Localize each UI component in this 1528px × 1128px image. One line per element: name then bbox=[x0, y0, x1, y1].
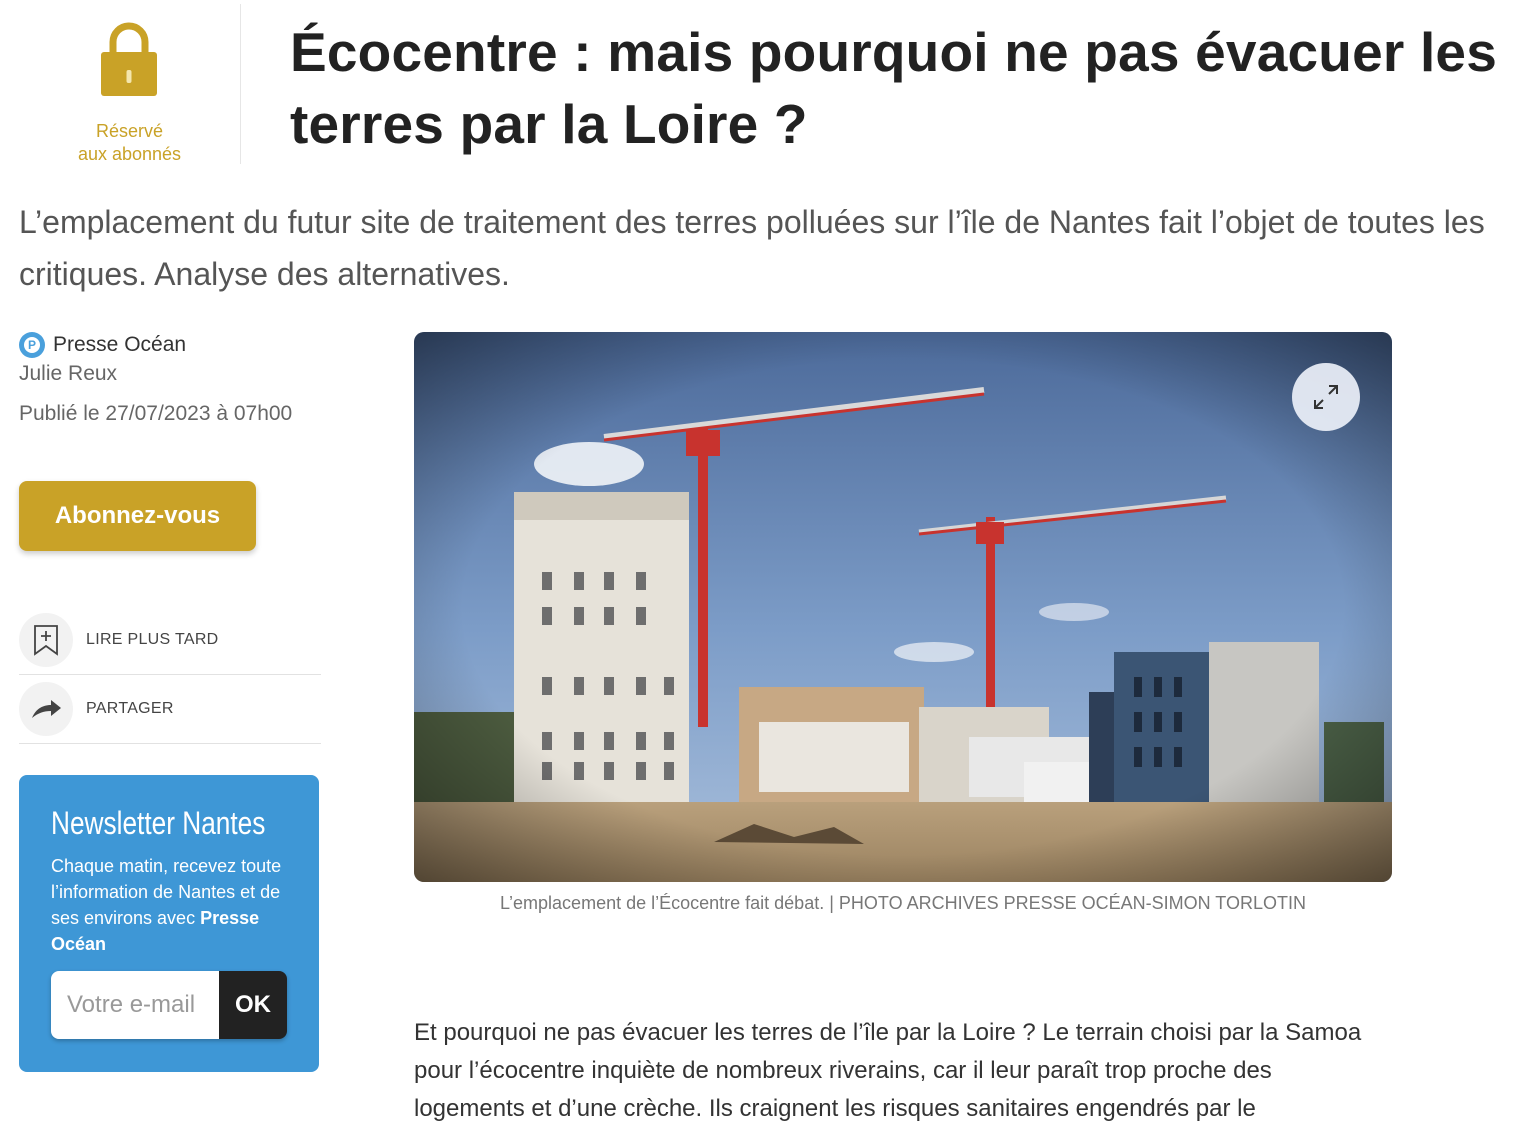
share-button[interactable]: PARTAGER bbox=[19, 675, 321, 744]
subscriber-badge: Réservé aux abonnés bbox=[19, 4, 241, 164]
share-arrow-icon bbox=[19, 682, 73, 736]
newsletter-description: Chaque matin, recevez toute l’informatio… bbox=[51, 853, 291, 957]
publish-date: Publié le 27/07/2023 à 07h00 bbox=[19, 402, 293, 425]
padlock-icon bbox=[101, 22, 157, 96]
newsletter-title: Newsletter Nantes bbox=[51, 805, 266, 841]
share-label: PARTAGER bbox=[86, 700, 174, 717]
newsletter-box: Newsletter Nantes Chaque matin, recevez … bbox=[19, 775, 319, 1072]
read-later-label: LIRE PLUS TARD bbox=[86, 631, 219, 648]
newsletter-submit-button[interactable]: OK bbox=[219, 971, 287, 1039]
article-title: Écocentre : mais pourquoi ne pas évacuer… bbox=[290, 21, 1498, 155]
newsletter-email-input[interactable] bbox=[51, 971, 219, 1039]
expand-photo-button[interactable] bbox=[1292, 363, 1360, 431]
article-body: Et pourquoi ne pas évacuer les terres de… bbox=[414, 1019, 1362, 1122]
newsletter-form: OK bbox=[51, 971, 287, 1039]
article-lede: L’emplacement du futur site de traitemen… bbox=[19, 204, 1485, 292]
logo-letter: P bbox=[24, 337, 40, 353]
article-header: Réservé aux abonnés Écocentre : mais pou… bbox=[0, 0, 1528, 180]
bookmark-plus-icon bbox=[19, 613, 73, 667]
badge-line-1: Réservé bbox=[95, 121, 164, 141]
subscribe-button[interactable]: Abonnez-vous bbox=[19, 481, 256, 551]
presse-ocean-logo-icon: P bbox=[19, 332, 45, 358]
read-later-button[interactable]: LIRE PLUS TARD bbox=[19, 606, 321, 675]
expand-icon bbox=[1314, 385, 1338, 409]
article-photo[interactable] bbox=[414, 332, 1392, 882]
subscriber-badge-label: Réservé aux abonnés bbox=[19, 120, 240, 166]
article-meta: P Presse Océan Julie Reux Publié le 27/0… bbox=[19, 330, 329, 426]
source-name: Presse Océan bbox=[53, 333, 187, 356]
article-author[interactable]: Julie Reux bbox=[19, 362, 329, 392]
article-source[interactable]: P Presse Océan bbox=[19, 330, 329, 360]
photo-caption: L’emplacement de l’Écocentre fait débat.… bbox=[500, 893, 1306, 913]
badge-line-2: aux abonnés bbox=[77, 144, 182, 164]
